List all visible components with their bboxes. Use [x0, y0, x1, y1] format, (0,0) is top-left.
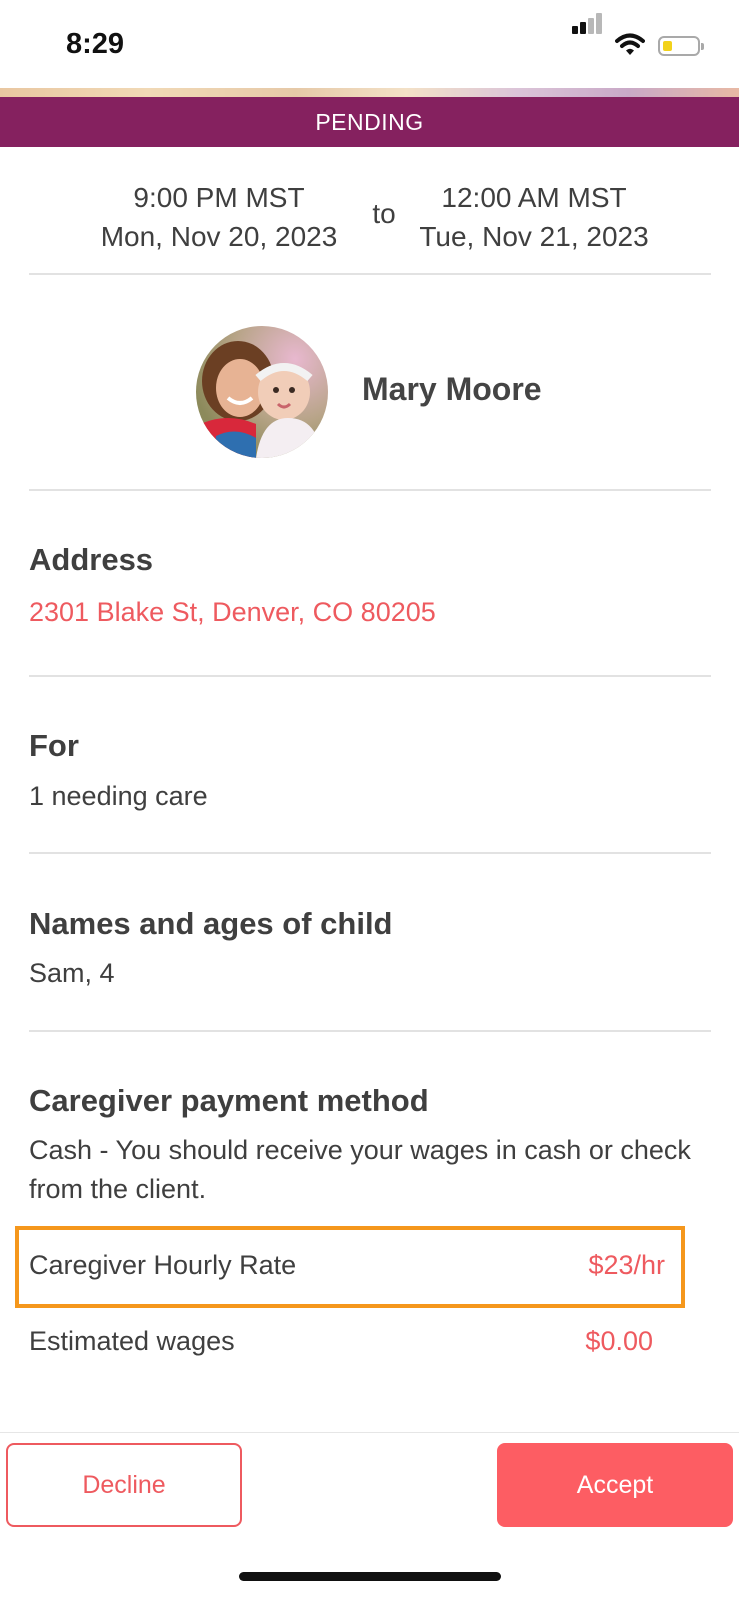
- address-link[interactable]: 2301 Blake St, Denver, CO 80205: [29, 597, 436, 628]
- divider: [29, 489, 711, 491]
- divider: [29, 1030, 711, 1032]
- client-name[interactable]: Mary Moore: [362, 371, 542, 408]
- children-title: Names and ages of child: [29, 906, 393, 941]
- home-indicator[interactable]: [239, 1572, 501, 1581]
- end-datetime: 12:00 AM MST Tue, Nov 21, 2023: [404, 178, 664, 256]
- status-label: PENDING: [315, 108, 424, 135]
- client-avatar[interactable]: [196, 326, 328, 458]
- decline-button[interactable]: Decline: [6, 1443, 242, 1527]
- for-value: 1 needing care: [29, 781, 208, 811]
- start-date: Mon, Nov 20, 2023: [100, 221, 338, 252]
- divider: [29, 852, 711, 854]
- estimated-wages-value: $0.00: [585, 1326, 653, 1356]
- battery-icon: [658, 36, 704, 56]
- time-separator: to: [372, 198, 396, 229]
- for-title: For: [29, 728, 79, 763]
- cover-image: [0, 88, 739, 97]
- status-banner: PENDING: [0, 97, 739, 147]
- start-datetime: 9:00 PM MST Mon, Nov 20, 2023: [74, 178, 364, 256]
- children-value: Sam, 4: [29, 958, 115, 988]
- start-time: 9:00 PM MST: [133, 182, 305, 213]
- divider: [29, 675, 711, 677]
- accept-button[interactable]: Accept: [497, 1443, 733, 1527]
- wifi-icon: [615, 32, 645, 61]
- hourly-rate-label: Caregiver Hourly Rate: [29, 1250, 297, 1280]
- address-title: Address: [29, 542, 154, 577]
- end-time: 12:00 AM MST: [441, 182, 627, 213]
- status-time: 8:29: [66, 28, 125, 60]
- hourly-rate-value: $23/hr: [588, 1250, 665, 1280]
- divider: [29, 273, 711, 275]
- footer-divider: [0, 1432, 739, 1433]
- payment-method-description: Cash - You should receive your wages in …: [29, 1135, 691, 1204]
- status-bar: 8:29: [0, 0, 739, 88]
- payment-method-title: Caregiver payment method: [29, 1083, 429, 1118]
- end-date: Tue, Nov 21, 2023: [419, 221, 649, 252]
- estimated-wages-label: Estimated wages: [29, 1326, 235, 1356]
